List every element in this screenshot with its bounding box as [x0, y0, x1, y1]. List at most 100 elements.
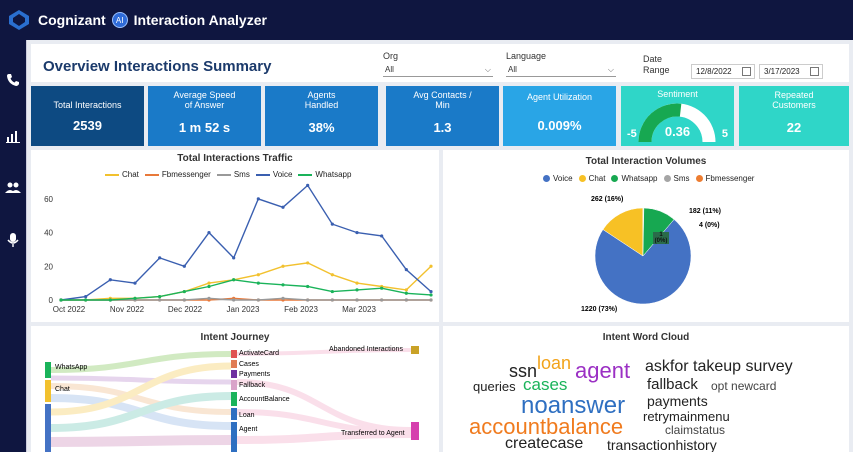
data-point: [232, 256, 236, 260]
y-tick-label: 20: [44, 262, 53, 271]
cloud-word: opt newcard: [711, 379, 777, 393]
start-date-value: 12/8/2022: [696, 67, 732, 76]
data-point: [306, 183, 310, 187]
end-date-value: 3/17/2023: [764, 67, 800, 76]
kpi-value: 2539: [73, 118, 102, 133]
data-point: [306, 298, 310, 302]
data-point: [182, 289, 186, 294]
org-select[interactable]: All ⌵: [383, 63, 493, 77]
kpi-agents-handled[interactable]: Agents Handled 38%: [265, 86, 378, 146]
data-point: [207, 284, 211, 289]
data-point: [429, 264, 433, 268]
data-point: [182, 264, 186, 268]
data-point: [256, 273, 260, 277]
legend-swatch: [663, 175, 671, 182]
language-value: All: [508, 65, 517, 74]
data-point: [355, 298, 359, 302]
header-bar: Overview Interactions Summary Org All ⌵ …: [31, 44, 849, 82]
page-title: Overview Interactions Summary: [43, 58, 272, 75]
journey-node-activatecard: ActivateCard: [239, 350, 280, 357]
data-point: [108, 278, 112, 282]
legend-item: Whatsapp: [611, 174, 658, 183]
data-point: [429, 289, 433, 294]
kpi-value: 38%: [308, 120, 335, 135]
pie-label-fbmessenger: 1 (0%): [653, 232, 669, 244]
cloud-word: cases: [523, 375, 568, 394]
sentiment-gauge: [638, 103, 716, 143]
kpi-value: 0.009%: [537, 118, 582, 133]
kpi-label: Total Interactions: [53, 100, 122, 110]
x-tick-label: Oct 2022: [53, 305, 86, 314]
microphone-icon[interactable]: [5, 232, 21, 248]
data-point: [232, 298, 236, 302]
app-header: Cognizant AI Interaction Analyzer: [0, 0, 853, 40]
kpi-repeated-customers[interactable]: Repeated Customers 22: [739, 86, 849, 146]
calendar-icon[interactable]: [742, 67, 751, 76]
legend-item: Fbmessenger: [695, 174, 754, 183]
org-label: Org: [383, 51, 399, 61]
volumes-pie-chart: [594, 207, 692, 305]
kpi-label: Repeated Customers: [772, 90, 816, 110]
legend-swatch: [695, 175, 703, 182]
cloud-word: loan: [537, 353, 572, 373]
end-date-input[interactable]: 3/17/2023: [759, 64, 823, 79]
data-point: [355, 288, 359, 292]
data-point: [404, 298, 408, 302]
legend-swatch: [578, 175, 586, 182]
sidebar: [0, 40, 26, 452]
kpi-total-interactions[interactable]: Total Interactions 2539: [31, 86, 144, 146]
journey-node-whatsapp: WhatsApp: [55, 364, 88, 371]
kpi-agent-utilization[interactable]: Agent Utilization 0.009%: [503, 86, 616, 146]
phone-icon[interactable]: [5, 72, 21, 88]
kpi-average-speed-of-answer[interactable]: Average Speed of Answer 1 m 52 s: [148, 86, 261, 146]
kpi-sentiment[interactable]: Sentiment 0.36 -5 5: [621, 86, 734, 146]
data-point: [84, 298, 88, 302]
pie-label-whatsapp: 182 (11%): [689, 208, 721, 215]
legend-item: Chat: [578, 174, 605, 183]
start-date-input[interactable]: 12/8/2022: [691, 64, 755, 79]
journey-node-abandoned: Abandoned Interactions: [329, 346, 403, 353]
data-point: [306, 284, 310, 289]
data-point: [158, 295, 162, 299]
volumes-title: Total Interaction Volumes: [585, 156, 707, 167]
cloud-word: queries: [473, 379, 516, 394]
cloud-word: claimstatus: [665, 423, 726, 437]
kpi-avg-contacts-per-min[interactable]: Avg Contacts / Min 1.3: [386, 86, 499, 146]
data-point: [133, 281, 137, 285]
data-point: [256, 298, 260, 302]
journey-node-agent: Agent: [239, 426, 258, 433]
data-point: [207, 296, 211, 300]
data-point: [59, 298, 63, 302]
data-point: [158, 298, 162, 302]
kpi-label: Avg Contacts / Min: [413, 90, 472, 110]
app-title: Interaction Analyzer: [133, 12, 267, 28]
y-tick-label: 60: [44, 195, 53, 204]
kpi-value: 0.36: [664, 124, 691, 139]
language-label: Language: [506, 51, 547, 61]
data-point: [281, 205, 285, 209]
data-point: [108, 298, 112, 302]
data-point: [281, 296, 285, 300]
data-point: [380, 234, 384, 238]
calendar-icon[interactable]: [810, 67, 819, 76]
journey-node-fallback: Fallback: [239, 382, 266, 389]
language-select[interactable]: All ⌵: [506, 63, 616, 77]
chart-icon[interactable]: [5, 128, 21, 144]
data-point: [281, 264, 285, 268]
brand-name: Cognizant: [38, 12, 106, 28]
kpi-value: 1 m 52 s: [178, 120, 231, 135]
legend-item: Voice: [543, 174, 573, 183]
x-tick-label: Mar 2023: [342, 305, 376, 314]
wordcloud-title: Intent Word Cloud: [602, 332, 690, 343]
gauge-max: 5: [721, 128, 728, 140]
data-point: [330, 222, 334, 226]
cloud-word: transactionhistory: [607, 437, 717, 452]
people-icon[interactable]: [5, 180, 21, 196]
cloud-word: retrymainmenu: [643, 409, 730, 424]
traffic-line-chart: 0 20 40 60 Oct 2022 Nov 2022 Dec 2022 Jan 2023 F…: [44, 183, 433, 314]
journey-node-chat: Chat: [55, 386, 70, 393]
y-tick-label: 0: [49, 296, 54, 305]
org-value: All: [385, 65, 394, 74]
data-point: [306, 261, 310, 265]
x-tick-label: Dec 2022: [168, 305, 203, 314]
